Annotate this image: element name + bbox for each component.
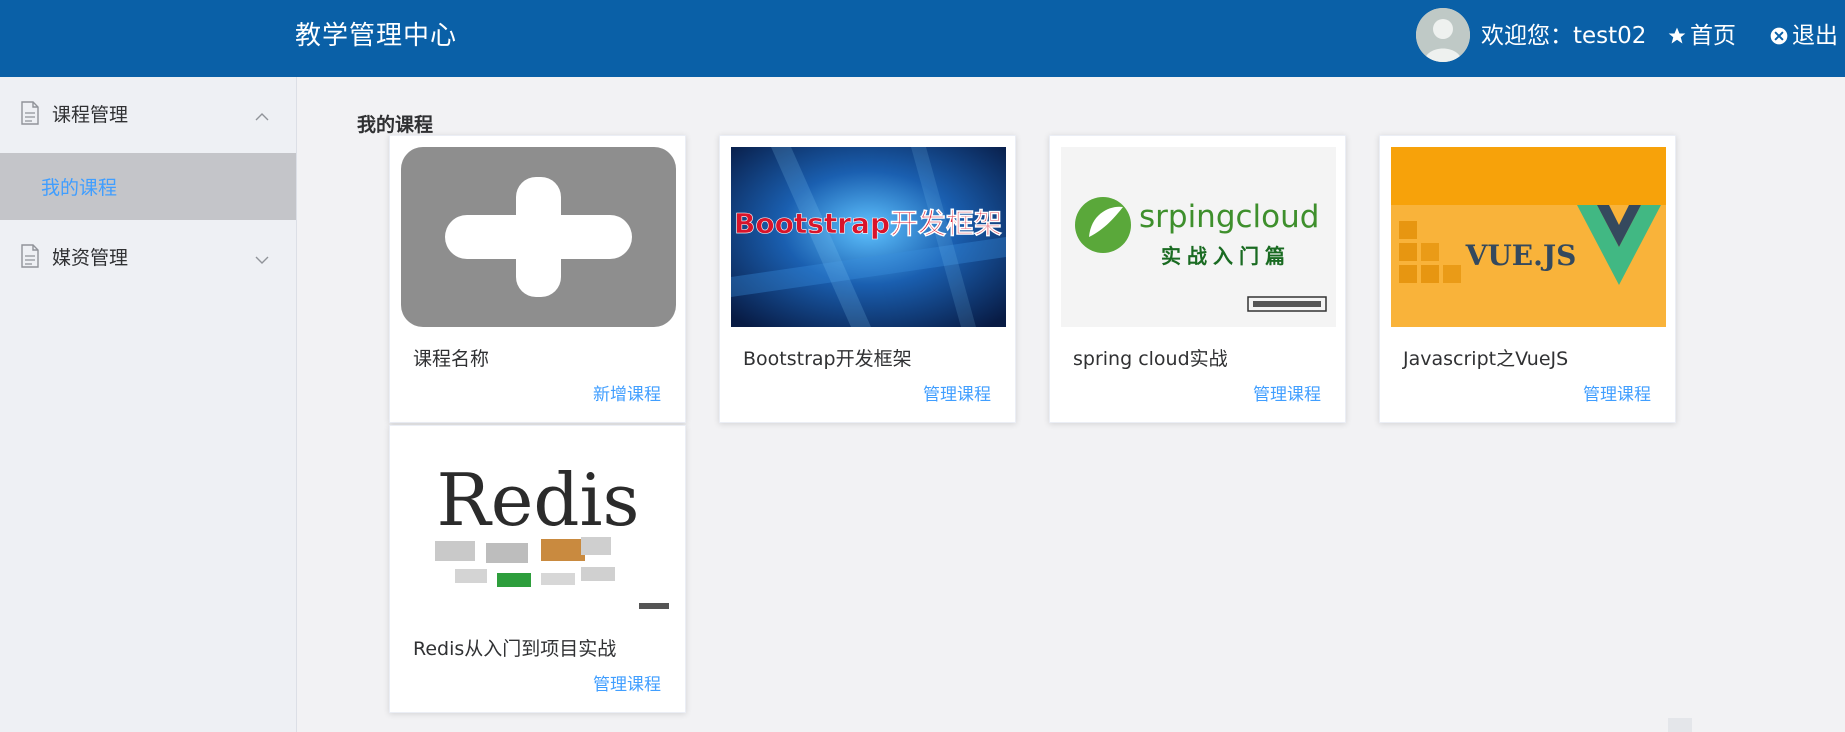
sidebar-group-label: 媒资管理 bbox=[52, 246, 129, 269]
app-title: 教学管理中心 bbox=[295, 21, 458, 51]
close-circle-icon bbox=[1768, 25, 1790, 47]
course-thumbnail: Redis bbox=[401, 437, 676, 617]
logout-link[interactable]: 退出 bbox=[1768, 0, 1838, 72]
course-name: Javascript之VueJS bbox=[1403, 348, 1569, 370]
document-icon bbox=[20, 244, 40, 273]
home-label: 首页 bbox=[1690, 23, 1736, 49]
scroll-corner bbox=[1668, 718, 1692, 732]
document-icon bbox=[20, 101, 40, 130]
welcome-text: 欢迎您：test02 bbox=[1481, 23, 1647, 49]
course-name: Bootstrap开发框架 bbox=[743, 348, 912, 370]
manage-course-link[interactable]: 管理课程 bbox=[923, 380, 991, 405]
thumb-text: Redis bbox=[437, 458, 640, 542]
course-card: Bootstrap开发框架 Bootstrap开发框架 管理课程 bbox=[719, 135, 1016, 423]
star-icon bbox=[1666, 25, 1688, 47]
manage-course-link[interactable]: 管理课程 bbox=[1253, 380, 1321, 405]
course-card-add[interactable]: 课程名称 新增课程 bbox=[389, 135, 686, 423]
course-card: srpingcloud 实战入门篇 spring cloud实战 管理课程 bbox=[1049, 135, 1346, 423]
add-course-link[interactable]: 新增课程 bbox=[593, 380, 661, 405]
sidebar: 课程管理 我的课程 媒资管理 bbox=[0, 77, 297, 732]
course-name: Redis从入门到项目实战 bbox=[413, 638, 617, 660]
section-title: 我的课程 bbox=[357, 114, 434, 136]
course-thumbnail: Bootstrap开发框架 bbox=[731, 147, 1006, 327]
course-card: Redis Redis从入门到项目实战 管理课程 bbox=[389, 425, 686, 713]
sidebar-item-label: 我的课程 bbox=[41, 177, 118, 199]
manage-course-link[interactable]: 管理课程 bbox=[593, 670, 661, 695]
course-name: spring cloud实战 bbox=[1073, 348, 1228, 370]
course-name: 课程名称 bbox=[413, 348, 490, 370]
thumb-text: srpingcloud bbox=[1139, 199, 1319, 235]
home-link[interactable]: 首页 bbox=[1666, 0, 1736, 72]
sidebar-item-my-courses[interactable]: 我的课程 bbox=[0, 153, 296, 220]
sidebar-group-course-management[interactable]: 课程管理 bbox=[0, 77, 296, 149]
logout-label: 退出 bbox=[1792, 23, 1838, 49]
add-course-image[interactable] bbox=[401, 147, 676, 327]
thumb-text: Bootstrap开发框架 bbox=[734, 207, 1002, 240]
course-thumbnail: VUE.JS bbox=[1391, 147, 1666, 327]
thumb-subtext: 实战入门篇 bbox=[1161, 244, 1291, 268]
manage-course-link[interactable]: 管理课程 bbox=[1583, 380, 1651, 405]
course-thumbnail: srpingcloud 实战入门篇 bbox=[1061, 147, 1336, 327]
chevron-down-icon bbox=[255, 248, 269, 270]
user-avatar[interactable] bbox=[1416, 8, 1470, 62]
chevron-up-icon bbox=[255, 105, 269, 127]
top-header: 教学管理中心 欢迎您：test02 首页 退出 bbox=[0, 0, 1845, 77]
sidebar-group-label: 课程管理 bbox=[52, 103, 129, 126]
course-card: VUE.JS Javascript之VueJS 管理课程 bbox=[1379, 135, 1676, 423]
thumb-text: VUE.JS bbox=[1465, 239, 1577, 272]
sidebar-group-media-management[interactable]: 媒资管理 bbox=[0, 220, 296, 292]
